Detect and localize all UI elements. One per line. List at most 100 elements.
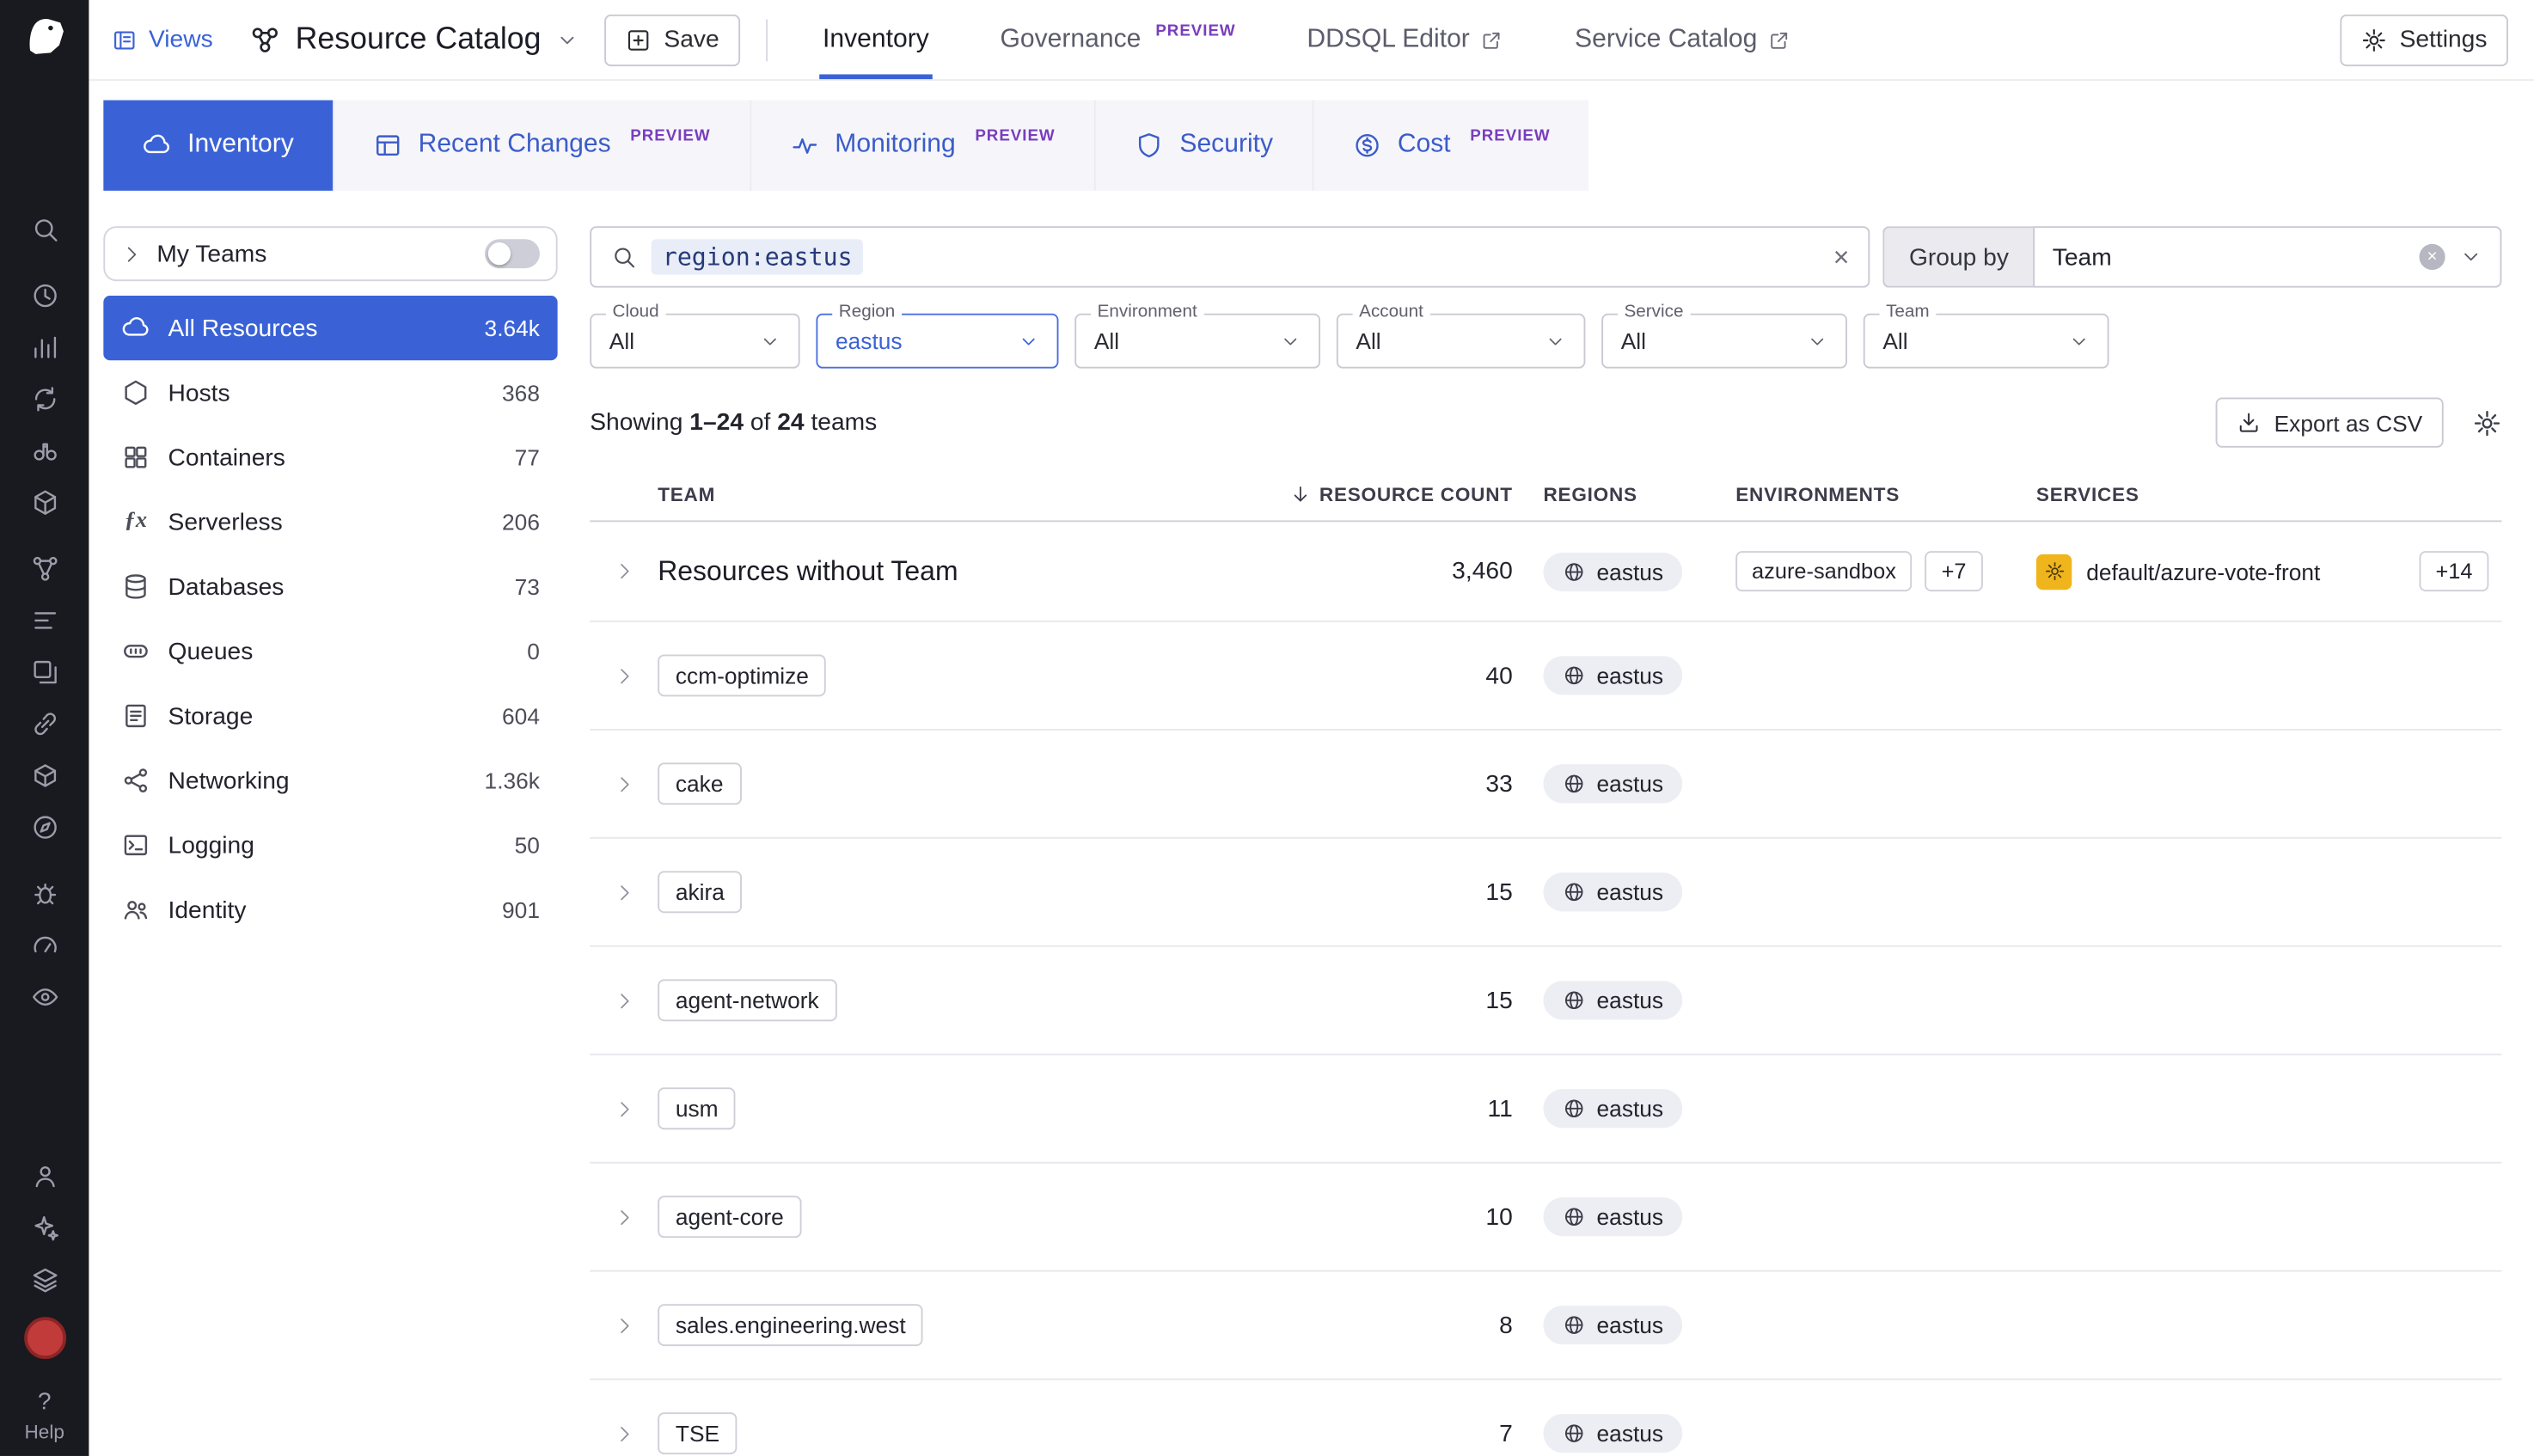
subtab-security[interactable]: Security (1094, 101, 1312, 191)
service-name[interactable]: default/azure-vote-front (2086, 559, 2320, 584)
my-teams-toggle-row[interactable]: My Teams (103, 226, 557, 281)
service-management-icon[interactable] (25, 808, 64, 847)
log-streams-icon[interactable] (25, 601, 64, 639)
region-pill[interactable]: eastus (1543, 981, 1682, 1019)
team-pill[interactable]: cake (658, 762, 741, 804)
watchdog-icon[interactable] (25, 431, 64, 470)
history-icon[interactable] (25, 276, 64, 315)
metrics-icon[interactable] (25, 328, 64, 367)
views-button[interactable]: Views (112, 26, 213, 53)
team-pill[interactable]: TSE (658, 1412, 738, 1454)
settings-button[interactable]: Settings (2340, 14, 2508, 65)
rum-icon[interactable] (25, 653, 64, 692)
filter-service[interactable]: Service All (1601, 314, 1847, 369)
chevron-down-icon[interactable] (2460, 246, 2482, 268)
column-header-resource-count[interactable]: RESOURCE COUNT (1289, 482, 1515, 505)
sidebar-item-serverless[interactable]: ƒx Serverless 206 (103, 490, 557, 554)
table-settings-button[interactable] (2473, 408, 2502, 437)
group-by-select[interactable]: Team × (2033, 226, 2501, 287)
tab-ddsql-editor[interactable]: DDSQL Editor (1271, 0, 1539, 79)
column-header-team[interactable]: TEAM (658, 482, 1289, 505)
sidebar-item-identity[interactable]: Identity 901 (103, 878, 557, 942)
tab-governance[interactable]: Governance PREVIEW (964, 0, 1271, 79)
chevron-down-icon[interactable] (1280, 330, 1301, 351)
chevron-down-icon[interactable] (1807, 330, 1827, 351)
chevron-down-icon[interactable] (1545, 330, 1565, 351)
expand-chevron-icon[interactable] (613, 560, 634, 581)
network-icon[interactable] (25, 549, 64, 588)
subtab-cost[interactable]: Cost PREVIEW (1312, 101, 1588, 191)
filter-environment[interactable]: Environment All (1074, 314, 1320, 369)
chevron-down-icon[interactable] (2069, 330, 2090, 351)
column-header-services[interactable]: SERVICES (2036, 482, 2501, 505)
export-csv-button[interactable]: Export as CSV (2216, 398, 2444, 448)
datadog-logo[interactable] (19, 9, 70, 61)
filter-team[interactable]: Team All (1864, 314, 2109, 369)
tab-inventory[interactable]: Inventory (787, 0, 964, 79)
bits-ai-icon[interactable] (25, 1208, 64, 1247)
team-pill[interactable]: agent-network (658, 979, 836, 1021)
region-pill[interactable]: eastus (1543, 1306, 1682, 1344)
sidebar-item-all-resources[interactable]: All Resources 3.64k (103, 296, 557, 360)
page-title-group[interactable]: Resource Catalog (248, 21, 578, 57)
expand-chevron-icon[interactable] (613, 1314, 634, 1335)
sidebar-item-databases[interactable]: Databases 73 (103, 554, 557, 619)
team-pill[interactable]: agent-core (658, 1196, 801, 1238)
region-pill[interactable]: eastus (1543, 872, 1682, 911)
sidebar-item-queues[interactable]: Queues 0 (103, 619, 557, 683)
region-pill[interactable]: eastus (1543, 1414, 1682, 1453)
save-button[interactable]: Save (604, 14, 740, 65)
search-input[interactable]: region:eastus × (590, 226, 1870, 287)
search-query-token[interactable]: region:eastus (652, 239, 864, 274)
team-pill[interactable]: akira (658, 871, 742, 913)
sidebar-item-networking[interactable]: Networking 1.36k (103, 748, 557, 812)
chevron-down-icon[interactable] (555, 28, 578, 51)
sidebar-item-logging[interactable]: Logging 50 (103, 813, 557, 878)
team-pill[interactable]: sales.engineering.west (658, 1304, 923, 1346)
filter-account[interactable]: Account All (1337, 314, 1586, 369)
help-icon[interactable]: ? (38, 1388, 52, 1416)
expand-chevron-icon[interactable] (613, 990, 634, 1011)
filter-region[interactable]: Region eastus (816, 314, 1058, 369)
service-more-pill[interactable]: +14 (2420, 551, 2489, 591)
team-pill[interactable]: usm (658, 1087, 736, 1129)
help-label[interactable]: Help (24, 1421, 64, 1443)
environment-more-pill[interactable]: +7 (1925, 551, 1983, 591)
sidebar-item-hosts[interactable]: Hosts 368 (103, 360, 557, 425)
expand-chevron-icon[interactable] (613, 882, 634, 902)
column-header-regions[interactable]: REGIONS (1516, 482, 1736, 505)
environment-pill[interactable]: azure-sandbox (1735, 551, 1913, 591)
region-pill[interactable]: eastus (1543, 1089, 1682, 1128)
my-teams-switch[interactable] (485, 239, 540, 268)
tab-service-catalog[interactable]: Service Catalog (1539, 0, 1827, 79)
expand-chevron-icon[interactable] (613, 665, 634, 686)
region-pill[interactable]: eastus (1543, 552, 1682, 590)
clear-search-button[interactable]: × (1833, 243, 1850, 271)
team-name[interactable]: Resources without Team (658, 555, 958, 586)
sidebar-item-storage[interactable]: Storage 604 (103, 683, 557, 748)
integrations-icon[interactable] (25, 705, 64, 743)
observability-icon[interactable] (25, 977, 64, 1016)
synthetics-icon[interactable] (25, 926, 64, 964)
workflows-icon[interactable] (25, 1157, 64, 1196)
expand-chevron-icon[interactable] (613, 1422, 634, 1443)
expand-chevron-icon[interactable] (613, 1206, 634, 1227)
chevron-right-icon[interactable] (121, 243, 142, 264)
region-pill[interactable]: eastus (1543, 1197, 1682, 1236)
region-pill[interactable]: eastus (1543, 764, 1682, 803)
expand-chevron-icon[interactable] (613, 1098, 634, 1119)
security-icon[interactable] (25, 874, 64, 913)
subtab-recent-changes[interactable]: Recent Changes PREVIEW (333, 101, 750, 191)
column-header-environments[interactable]: ENVIRONMENTS (1735, 482, 2036, 505)
sidebar-item-containers[interactable]: Containers 77 (103, 425, 557, 489)
expand-chevron-icon[interactable] (613, 774, 634, 794)
organization-icon[interactable] (25, 1260, 64, 1299)
subtab-monitoring[interactable]: Monitoring PREVIEW (750, 101, 1094, 191)
software-catalog-icon[interactable] (25, 380, 64, 419)
infrastructure-icon[interactable] (25, 483, 64, 522)
clear-group-by-icon[interactable]: × (2420, 244, 2445, 270)
chevron-down-icon[interactable] (1018, 330, 1038, 351)
chevron-down-icon[interactable] (760, 330, 780, 351)
subtab-inventory[interactable]: Inventory (103, 101, 333, 191)
team-pill[interactable]: ccm-optimize (658, 654, 826, 696)
